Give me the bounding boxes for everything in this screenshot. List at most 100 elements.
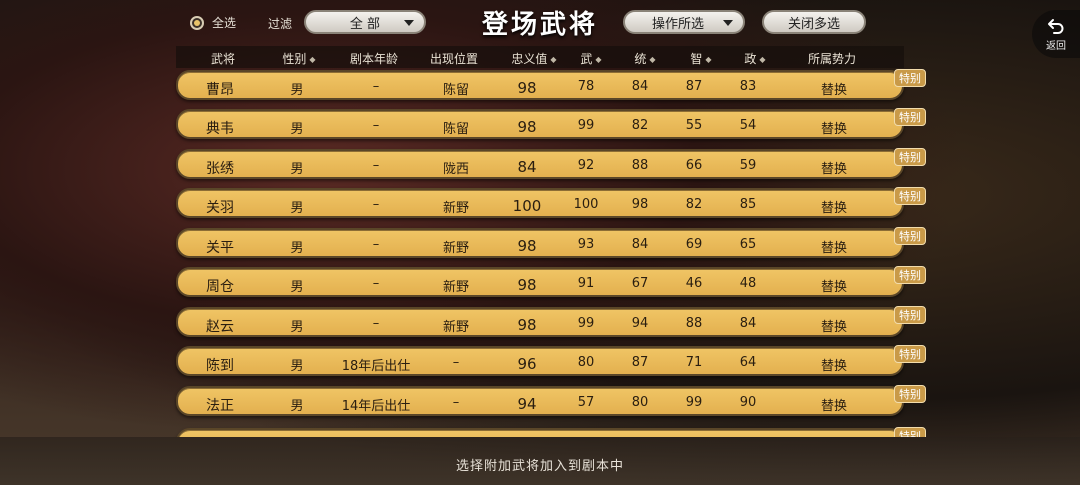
faction-replace-cell[interactable]: 替换 bbox=[792, 79, 876, 98]
location-cell: 新野 bbox=[442, 241, 469, 256]
age-cell: – bbox=[372, 118, 380, 133]
table-row[interactable]: 关羽 男 – 新野 100 100 98 82 85 替换 特别 bbox=[176, 187, 926, 218]
tong-cell: 94 bbox=[631, 316, 649, 331]
faction-replace-cell[interactable]: 替换 bbox=[792, 316, 876, 335]
col-header-zheng[interactable]: 政 ◆ bbox=[732, 50, 778, 67]
back-button[interactable]: 返回 bbox=[1032, 10, 1080, 58]
age-cell: – bbox=[372, 237, 380, 252]
back-label: 返回 bbox=[1046, 40, 1066, 52]
radio-selected-icon[interactable] bbox=[190, 15, 204, 30]
operate-selected-label: 操作所选 bbox=[651, 16, 704, 32]
wu-cell: 91 bbox=[577, 276, 595, 291]
col-header-faction[interactable]: 所属势力 bbox=[790, 50, 874, 67]
special-badge: 特别 bbox=[894, 187, 926, 205]
filter-value: 全 部 bbox=[349, 16, 381, 32]
gender-cell: 男 bbox=[290, 280, 304, 295]
table-row[interactable]: 特别 bbox=[176, 427, 926, 437]
sort-diamond-icon: ◆ bbox=[759, 55, 766, 64]
sort-diamond-icon: ◆ bbox=[595, 55, 602, 64]
special-badge: 特别 bbox=[894, 345, 926, 363]
zhi-cell: 46 bbox=[685, 276, 703, 291]
close-multi-select-button[interactable]: 关闭多选 bbox=[762, 10, 866, 34]
table-row[interactable]: 周仓 男 – 新野 98 91 67 46 48 替换 特别 bbox=[176, 266, 926, 297]
loyalty-cell: 98 bbox=[517, 237, 537, 255]
col-header-zhi[interactable]: 智 ◆ bbox=[678, 50, 724, 67]
tong-cell: 84 bbox=[631, 237, 649, 252]
location-cell: – bbox=[452, 395, 460, 410]
gender-cell: 男 bbox=[290, 83, 304, 98]
age-cell: 18年后出仕 bbox=[341, 359, 411, 374]
zheng-cell: 85 bbox=[739, 197, 757, 212]
age-cell: – bbox=[372, 197, 380, 212]
general-name: 法正 bbox=[206, 398, 234, 414]
table-row[interactable]: 曹昂 男 – 陈留 98 78 84 87 83 替换 特别 bbox=[176, 69, 926, 100]
location-cell: 陈留 bbox=[442, 122, 469, 137]
zheng-cell: 90 bbox=[739, 395, 757, 410]
faction-replace-cell[interactable]: 替换 bbox=[792, 118, 876, 137]
col-header-tong[interactable]: 统 ◆ bbox=[622, 50, 668, 67]
table-row[interactable]: 法正 男 14年后出仕 – 94 57 80 99 90 替换 特别 bbox=[176, 385, 926, 416]
wu-cell: 78 bbox=[577, 79, 595, 94]
faction-replace-cell[interactable]: 替换 bbox=[792, 237, 876, 256]
sort-diamond-icon: ◆ bbox=[705, 55, 712, 64]
col-header-age[interactable]: 剧本年龄 bbox=[336, 50, 412, 67]
tong-cell: 98 bbox=[631, 197, 649, 212]
table-row[interactable]: 张绣 男 – 陇西 84 92 88 66 59 替换 特别 bbox=[176, 148, 926, 179]
caret-down-icon bbox=[723, 20, 733, 26]
location-cell: 新野 bbox=[442, 201, 469, 216]
loyalty-cell: 98 bbox=[517, 276, 537, 294]
zhi-cell: 88 bbox=[685, 316, 703, 331]
close-multi-select-label: 关闭多选 bbox=[787, 16, 840, 32]
location-cell: 新野 bbox=[442, 320, 469, 335]
table-row[interactable]: 典韦 男 – 陈留 98 99 82 55 54 替换 特别 bbox=[176, 108, 926, 139]
col-header-name[interactable]: 武将 bbox=[198, 50, 248, 67]
faction-replace-cell[interactable]: 替换 bbox=[792, 395, 876, 414]
zheng-cell: 59 bbox=[739, 158, 757, 173]
tong-cell: 80 bbox=[631, 395, 649, 410]
tong-cell: 82 bbox=[631, 118, 649, 133]
col-header-wu[interactable]: 武 ◆ bbox=[570, 50, 612, 67]
loyalty-cell: 98 bbox=[517, 79, 537, 97]
general-name: 典韦 bbox=[206, 121, 234, 137]
filter-label: 过滤 bbox=[268, 17, 293, 31]
general-name: 曹昂 bbox=[206, 82, 234, 98]
age-cell: – bbox=[372, 316, 380, 331]
wu-cell: 57 bbox=[577, 395, 595, 410]
sort-diamond-icon: ◆ bbox=[649, 55, 656, 64]
special-badge: 特别 bbox=[894, 427, 926, 437]
col-header-location[interactable]: 出现位置 bbox=[418, 50, 490, 67]
zhi-cell: 99 bbox=[685, 395, 703, 410]
table-row[interactable]: 关平 男 – 新野 98 93 84 69 65 替换 特别 bbox=[176, 227, 926, 258]
zhi-cell: 82 bbox=[685, 197, 703, 212]
wu-cell: 93 bbox=[577, 237, 595, 252]
table-row[interactable]: 陈到 男 18年后出仕 – 96 80 87 71 64 替换 特别 bbox=[176, 345, 926, 376]
faction-replace-cell[interactable]: 替换 bbox=[792, 276, 876, 295]
gender-cell: 男 bbox=[290, 320, 304, 335]
col-header-gender[interactable]: 性别 ◆ bbox=[270, 50, 328, 67]
footer-bar: 选择附加武将加入到剧本中 bbox=[0, 437, 1080, 485]
zheng-cell: 84 bbox=[739, 316, 757, 331]
age-cell: – bbox=[372, 158, 380, 173]
col-header-loyalty[interactable]: 忠义值 ◆ bbox=[498, 50, 570, 67]
zhi-cell: 69 bbox=[685, 237, 703, 252]
gender-cell: 男 bbox=[290, 122, 304, 137]
special-badge: 特别 bbox=[894, 148, 926, 166]
filter-dropdown[interactable]: 全 部 bbox=[304, 10, 426, 34]
faction-replace-cell[interactable]: 替换 bbox=[792, 158, 876, 177]
loyalty-cell: 98 bbox=[517, 316, 537, 334]
zhi-cell: 55 bbox=[685, 118, 703, 133]
select-all-toggle[interactable]: 全选 bbox=[190, 14, 236, 31]
operate-selected-dropdown[interactable]: 操作所选 bbox=[623, 10, 745, 34]
table-row[interactable]: 赵云 男 – 新野 98 99 94 88 84 替换 特别 bbox=[176, 306, 926, 337]
zheng-cell: 64 bbox=[739, 355, 757, 370]
select-all-label: 全选 bbox=[212, 16, 237, 30]
age-cell: – bbox=[372, 276, 380, 291]
faction-replace-cell[interactable]: 替换 bbox=[792, 355, 876, 374]
general-list[interactable]: 曹昂 男 – 陈留 98 78 84 87 83 替换 特别 典韦 男 – 陈留… bbox=[0, 68, 1080, 437]
general-name: 关平 bbox=[206, 240, 234, 256]
wu-cell: 99 bbox=[577, 316, 595, 331]
loyalty-cell: 94 bbox=[517, 395, 537, 413]
faction-replace-cell[interactable]: 替换 bbox=[792, 197, 876, 216]
special-badge: 特别 bbox=[894, 227, 926, 245]
zheng-cell: 54 bbox=[739, 118, 757, 133]
